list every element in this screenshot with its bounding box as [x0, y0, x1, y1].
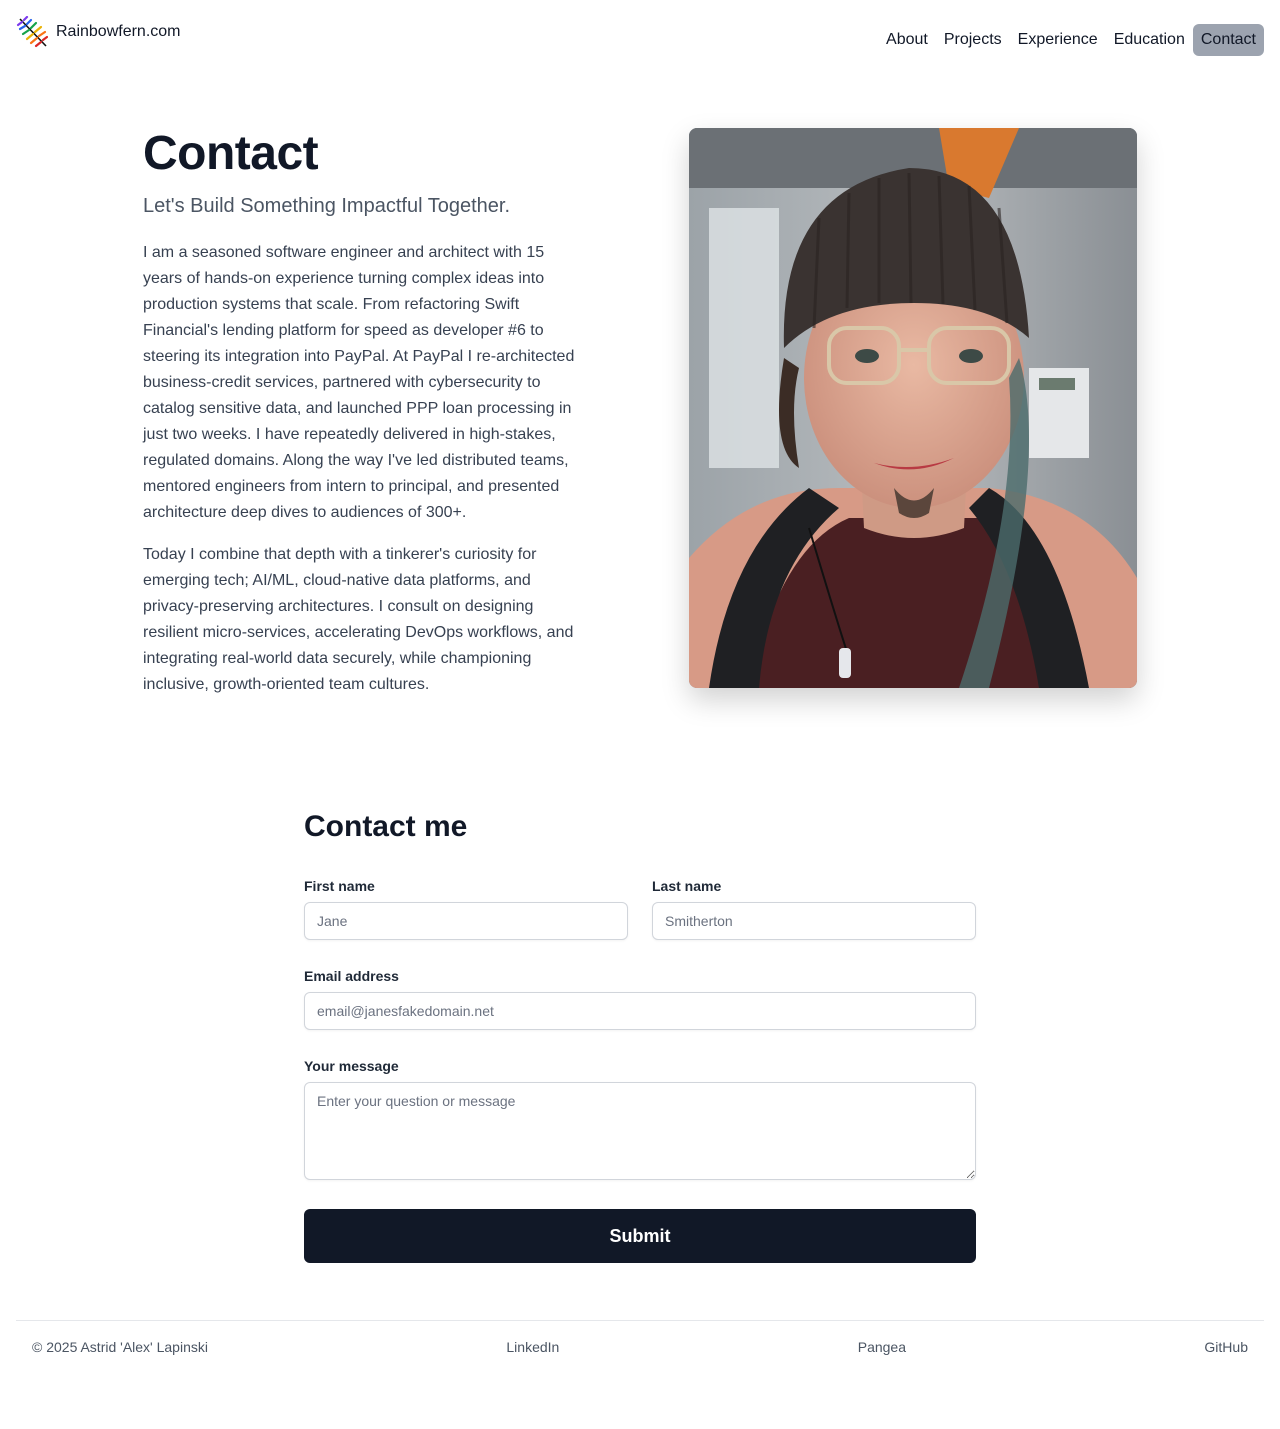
submit-button[interactable]: Submit: [304, 1209, 976, 1263]
footer-copyright: © 2025 Astrid 'Alex' Lapinski: [32, 1339, 208, 1355]
form-title: Contact me: [304, 810, 468, 843]
site-header: Rainbowfern.com About Projects Experienc…: [0, 0, 1280, 76]
first-name-input[interactable]: [304, 902, 628, 940]
last-name-input[interactable]: [652, 902, 976, 940]
contact-form: First name Last name Email address Your …: [304, 876, 976, 1263]
email-label: Email address: [304, 968, 399, 984]
intro-section: Contact Let's Build Something Impactful …: [143, 128, 583, 698]
message-textarea[interactable]: [304, 1082, 976, 1180]
nav-projects[interactable]: Projects: [936, 24, 1010, 56]
intro-paragraph-1: I am a seasoned software engineer and ar…: [143, 244, 575, 521]
brand-link[interactable]: Rainbowfern.com: [16, 16, 181, 48]
site-footer: © 2025 Astrid 'Alex' Lapinski LinkedIn P…: [16, 1320, 1264, 1374]
email-input[interactable]: [304, 992, 976, 1030]
email-field: Email address: [304, 966, 976, 1030]
footer-link-pangea[interactable]: Pangea: [858, 1339, 906, 1355]
nav-about[interactable]: About: [878, 24, 936, 56]
first-name-field: First name: [304, 876, 628, 940]
rainbow-fern-logo-icon: [16, 16, 48, 48]
intro-paragraph-2: Today I combine that depth with a tinker…: [143, 546, 574, 693]
last-name-label: Last name: [652, 878, 722, 894]
message-label: Your message: [304, 1058, 399, 1074]
profile-photo-illustration: [689, 128, 1137, 688]
page-title: Contact: [143, 127, 319, 180]
nav-education[interactable]: Education: [1106, 24, 1193, 56]
message-field: Your message: [304, 1056, 976, 1185]
nav-contact[interactable]: Contact: [1192, 24, 1264, 56]
page-subtitle: Let's Build Something Impactful Together…: [143, 195, 511, 217]
first-name-label: First name: [304, 878, 375, 894]
footer-link-github[interactable]: GitHub: [1204, 1339, 1248, 1355]
nav-experience[interactable]: Experience: [1010, 24, 1106, 56]
last-name-field: Last name: [652, 876, 976, 940]
profile-photo: [689, 128, 1137, 688]
contact-form-section: Contact me First name Last name Email ad…: [304, 808, 976, 1263]
main-nav: About Projects Experience Education Cont…: [878, 24, 1264, 56]
footer-link-linkedin[interactable]: LinkedIn: [506, 1339, 559, 1355]
brand-name: Rainbowfern.com: [56, 23, 181, 40]
